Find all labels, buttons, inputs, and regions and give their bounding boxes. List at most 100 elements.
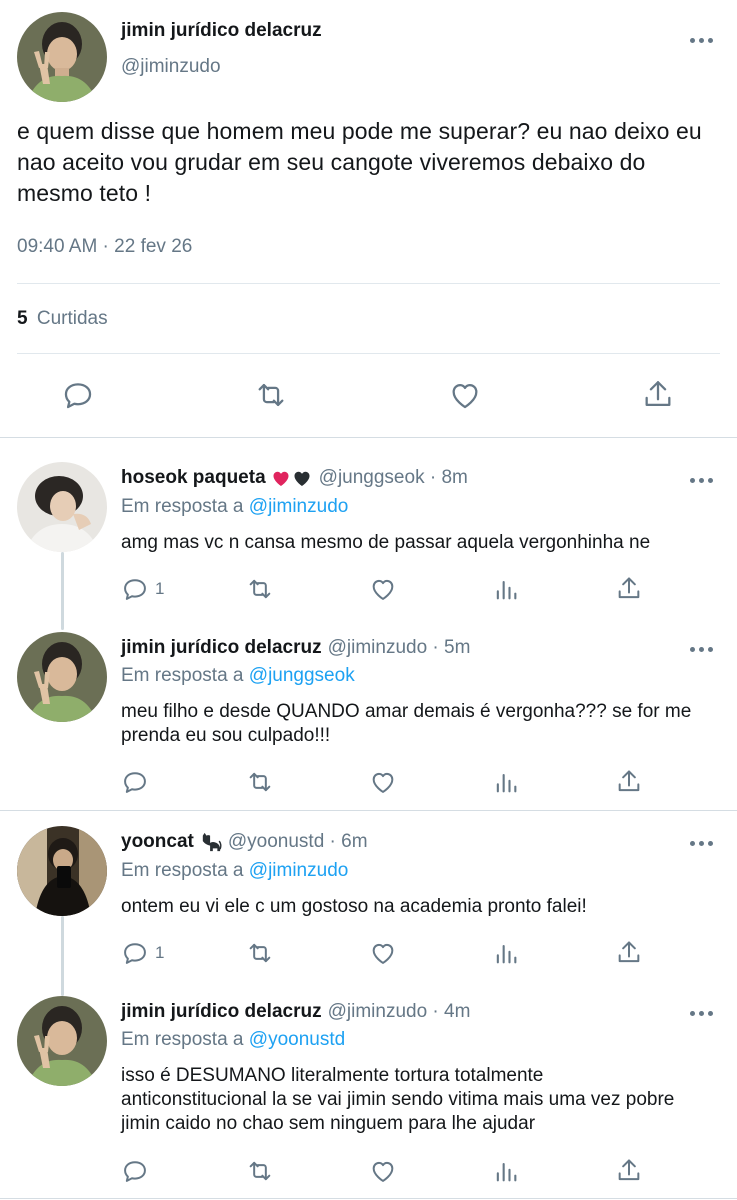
- like-button[interactable]: [368, 575, 398, 603]
- avatar[interactable]: [17, 462, 107, 552]
- reply-to-handle[interactable]: @jiminzudo: [249, 496, 349, 517]
- analytics-icon: [496, 580, 517, 600]
- retweet-icon: [249, 1161, 271, 1181]
- thread-line: [61, 552, 64, 630]
- share-button[interactable]: [641, 378, 675, 412]
- in-reply-to: Em resposta a @jiminzudo: [121, 496, 348, 518]
- share-icon: [618, 1159, 640, 1181]
- more-icon[interactable]: [690, 647, 713, 652]
- retweet-button[interactable]: [245, 939, 275, 967]
- tweet-text: e quem disse que homem meu pode me super…: [17, 118, 702, 206]
- reply-text: amg mas vc n cansa mesmo de passar aquel…: [121, 532, 651, 553]
- reply-to-handle[interactable]: @jiminzudo: [249, 860, 349, 881]
- reply-author-name[interactable]: jimin jurídico delacruz: [121, 1001, 322, 1023]
- analytics-button[interactable]: [492, 768, 520, 796]
- analytics-icon: [496, 1162, 517, 1182]
- likes-stat[interactable]: 5 Curtidas: [17, 308, 108, 330]
- reply-prefix: Em resposta a: [121, 1029, 244, 1050]
- in-reply-to: Em resposta a @jiminzudo: [121, 860, 348, 882]
- in-reply-to: Em resposta a @yoonustd: [121, 1029, 345, 1051]
- black-cat-icon: [202, 832, 222, 852]
- retweet-button[interactable]: [245, 575, 275, 603]
- in-reply-to: Em resposta a @junggseok: [121, 665, 355, 687]
- reply-button[interactable]: [121, 768, 149, 796]
- divider: [17, 283, 720, 284]
- avatar[interactable]: [17, 632, 107, 722]
- reply-icon: [64, 383, 92, 409]
- divider: [0, 437, 737, 438]
- heart-icon: [372, 943, 394, 964]
- retweet-button[interactable]: [245, 768, 275, 796]
- retweet-icon: [249, 579, 271, 599]
- thread-line: [61, 916, 64, 996]
- reply-button[interactable]: [61, 378, 95, 412]
- share-icon: [618, 941, 640, 963]
- analytics-button[interactable]: [492, 1157, 520, 1185]
- analytics-button[interactable]: [492, 939, 520, 967]
- analytics-icon: [496, 944, 517, 964]
- reply-text: ontem eu vi ele c um gostoso na academia…: [121, 896, 587, 917]
- reply-button[interactable]: [121, 1157, 149, 1185]
- share-button[interactable]: [615, 1157, 643, 1185]
- reply-author-name[interactable]: yooncat: [121, 831, 194, 853]
- divider: [0, 1198, 737, 1199]
- reply-header: hoseok paqueta @junggseok · 8m: [121, 467, 468, 489]
- heart-icon: [452, 383, 478, 409]
- retweet-icon: [249, 772, 271, 792]
- like-button[interactable]: [447, 378, 483, 412]
- share-icon: [618, 770, 640, 792]
- reply-author-name[interactable]: hoseok paqueta: [121, 467, 266, 489]
- reply-count: 1: [155, 943, 165, 962]
- share-icon: [618, 577, 640, 599]
- likes-label: Curtidas: [36, 308, 108, 329]
- heart-icon: [372, 1161, 394, 1182]
- reply-meta[interactable]: @junggseok · 8m: [319, 467, 468, 489]
- like-button[interactable]: [368, 1157, 398, 1185]
- author-avatar[interactable]: [17, 12, 107, 102]
- reply-count: 1: [155, 579, 165, 598]
- more-icon[interactable]: [690, 38, 713, 43]
- reply-meta[interactable]: @jiminzudo · 4m: [328, 1001, 471, 1023]
- tweet-timestamp[interactable]: 09:40 AM · 22 fev 26: [17, 236, 192, 258]
- reply-prefix: Em resposta a: [121, 496, 244, 517]
- reply-to-handle[interactable]: @junggseok: [249, 665, 355, 686]
- black-heart-icon: [294, 471, 310, 486]
- reply-prefix: Em resposta a: [121, 860, 244, 881]
- reply-meta[interactable]: @yoonustd · 6m: [228, 831, 368, 853]
- divider: [17, 353, 720, 354]
- red-heart-icon: [273, 471, 289, 486]
- author-handle[interactable]: @jiminzudo: [121, 56, 221, 78]
- retweet-button[interactable]: [253, 378, 289, 412]
- more-icon[interactable]: [690, 1011, 713, 1016]
- analytics-button[interactable]: [492, 575, 520, 603]
- share-button[interactable]: [615, 939, 643, 967]
- like-button[interactable]: [368, 939, 398, 967]
- name-emoji: [272, 470, 311, 487]
- reply-icon: [124, 579, 146, 600]
- likes-count: 5: [17, 308, 28, 329]
- reply-icon: [124, 772, 146, 793]
- reply-text: meu filho e desde QUANDO amar demais é v…: [121, 701, 692, 746]
- share-button[interactable]: [615, 575, 643, 603]
- retweet-button[interactable]: [245, 1157, 275, 1185]
- reply-prefix: Em resposta a: [121, 665, 244, 686]
- more-icon[interactable]: [690, 478, 713, 483]
- reply-header: yooncat @yoonustd · 6m: [121, 831, 368, 853]
- reply-meta[interactable]: @jiminzudo · 5m: [328, 637, 471, 659]
- reply-author-name[interactable]: jimin jurídico delacruz: [121, 637, 322, 659]
- like-button[interactable]: [368, 768, 398, 796]
- heart-icon: [372, 579, 394, 600]
- reply-to-handle[interactable]: @yoonustd: [249, 1029, 345, 1050]
- author-name[interactable]: jimin jurídico delacruz: [121, 20, 322, 42]
- heart-icon: [372, 772, 394, 793]
- more-icon[interactable]: [690, 841, 713, 846]
- avatar[interactable]: [17, 996, 107, 1086]
- reply-button[interactable]: 1: [121, 575, 164, 603]
- reply-icon: [124, 1161, 146, 1182]
- reply-button[interactable]: 1: [121, 939, 164, 967]
- retweet-icon: [258, 383, 284, 407]
- avatar[interactable]: [17, 826, 107, 916]
- share-button[interactable]: [615, 768, 643, 796]
- reply-icon: [124, 943, 146, 964]
- share-icon: [645, 381, 671, 407]
